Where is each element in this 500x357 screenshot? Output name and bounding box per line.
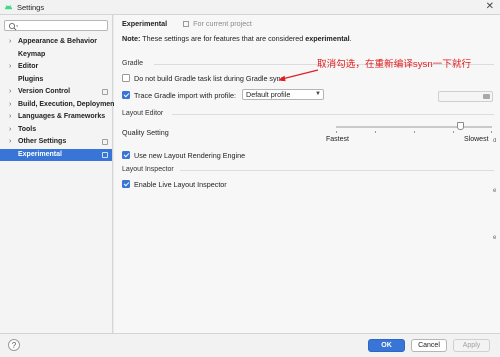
sidebar-item-label: Other Settings <box>18 138 67 145</box>
scope-label: For current project <box>193 19 252 28</box>
project-scope-icon <box>102 89 108 95</box>
background-window-fragment: e <box>493 235 497 241</box>
background-window-fragment: d <box>493 138 497 144</box>
sidebar-item-label: Experimental <box>18 150 62 158</box>
new-rendering-option[interactable]: Use new Layout Rendering Engine <box>122 150 252 160</box>
experimental-note: Note: These settings are for features th… <box>122 34 352 43</box>
sidebar-item-other-settings[interactable]: › Other Settings <box>0 136 112 149</box>
sidebar-item-label: Languages & Frameworks <box>18 113 106 120</box>
section-gradle-title: Gradle <box>122 60 144 67</box>
sidebar-item-experimental[interactable]: Experimental <box>0 148 112 161</box>
page-title: Experimental <box>122 19 168 28</box>
section-divider <box>180 170 494 171</box>
help-button[interactable]: ? <box>8 339 20 351</box>
settings-sidebar: › Appearance & Behavior Keymap › Editor … <box>0 15 117 333</box>
sidebar-item-languages-frameworks[interactable]: › Languages & Frameworks <box>0 111 112 124</box>
chevron-down-icon: ▼ <box>315 91 321 97</box>
live-inspector-checkbox[interactable] <box>122 180 130 188</box>
project-scope-icon <box>102 139 108 145</box>
sidebar-item-label: Build, Execution, Deployment <box>18 100 117 108</box>
chevron-right-icon: › <box>9 88 12 95</box>
trace-import-checkbox[interactable] <box>122 91 130 99</box>
note-prefix: Note: <box>122 34 141 43</box>
live-inspector-option[interactable]: Enable Live Layout Inspector <box>122 179 242 189</box>
new-rendering-checkbox[interactable] <box>122 151 130 159</box>
sidebar-item-version-control[interactable]: › Version Control <box>0 86 112 99</box>
slider-tick <box>375 131 376 133</box>
settings-panel: Experimental For current project Note: T… <box>114 15 500 333</box>
slider-tick <box>414 131 415 133</box>
note-text: These settings are for features that are… <box>140 34 306 43</box>
trace-import-option[interactable]: Trace Gradle import with profile: Defaul… <box>122 89 327 100</box>
chevron-right-icon: › <box>9 100 12 108</box>
quality-slider-thumb[interactable] <box>457 122 464 130</box>
project-scope-icon <box>102 151 108 158</box>
ok-button[interactable]: OK <box>368 339 405 352</box>
slider-tick <box>336 131 337 133</box>
sidebar-item-label: Tools <box>18 125 37 133</box>
search-icon <box>8 22 18 30</box>
apply-button[interactable]: Apply <box>453 339 490 352</box>
window-title: Settings <box>17 3 45 12</box>
skip-task-list-label: Do not build Gradle task list during Gra… <box>134 74 285 83</box>
folder-icon[interactable] <box>483 94 490 99</box>
sidebar-item-label: Appearance & Behavior <box>18 38 97 45</box>
background-window-fragment: e <box>493 188 497 194</box>
note-emphasis: experimental <box>305 34 350 43</box>
section-layout-editor-title: Layout Editor <box>122 110 164 117</box>
quality-setting-label: Quality Setting <box>122 128 169 137</box>
breadcrumb: Experimental For current project <box>122 19 252 28</box>
slider-tick <box>491 131 492 133</box>
sidebar-item-label: Keymap <box>18 50 46 58</box>
chevron-right-icon: › <box>9 113 12 120</box>
chevron-right-icon: › <box>9 125 12 133</box>
live-inspector-label: Enable Live Layout Inspector <box>134 180 227 189</box>
chevron-right-icon: › <box>9 38 12 45</box>
profile-select[interactable]: Default profile ▼ <box>242 89 324 100</box>
project-scope-icon <box>183 21 190 27</box>
chevron-right-icon: › <box>9 63 12 70</box>
new-rendering-label: Use new Layout Rendering Engine <box>134 151 246 160</box>
note-suffix: . <box>349 34 352 43</box>
annotation-text: 取消勾选，在重新编译sysn一下就行 <box>317 59 472 70</box>
search-input[interactable] <box>4 20 108 31</box>
sidebar-item-build-execution-deployment[interactable]: › Build, Execution, Deployment <box>0 99 117 112</box>
trace-import-label: Trace Gradle import with profile: <box>134 91 236 100</box>
sidebar-item-tools[interactable]: › Tools <box>0 124 112 137</box>
slider-max-label: Slowest <box>464 136 489 143</box>
sidebar-item-keymap[interactable]: Keymap <box>0 49 112 62</box>
sidebar-item-label: Version Control <box>18 88 71 95</box>
sidebar-item-editor[interactable]: › Editor <box>0 61 112 74</box>
slider-tick <box>453 131 454 133</box>
close-icon[interactable]: ✕ <box>486 1 494 12</box>
title-bar: Settings ✕ <box>0 0 500 15</box>
chevron-right-icon: › <box>9 138 12 145</box>
annotation-arrow-icon <box>278 69 319 82</box>
android-icon <box>4 5 13 10</box>
dialog-footer: ? OK Cancel Apply <box>0 333 500 357</box>
sidebar-item-plugins[interactable]: Plugins <box>0 74 112 87</box>
quality-slider[interactable] <box>336 126 492 128</box>
cancel-button[interactable]: Cancel <box>411 339 447 352</box>
section-divider <box>172 114 494 115</box>
sidebar-item-label: Plugins <box>18 75 44 83</box>
skip-task-list-checkbox[interactable] <box>122 74 130 82</box>
section-layout-inspector-title: Layout Inspector <box>122 166 174 173</box>
slider-min-label: Fastest <box>326 136 349 143</box>
profile-path-field[interactable] <box>438 91 493 102</box>
sidebar-item-appearance-behavior[interactable]: › Appearance & Behavior <box>0 36 112 49</box>
profile-select-value: Default profile <box>246 90 291 99</box>
sidebar-item-label: Editor <box>18 63 39 70</box>
